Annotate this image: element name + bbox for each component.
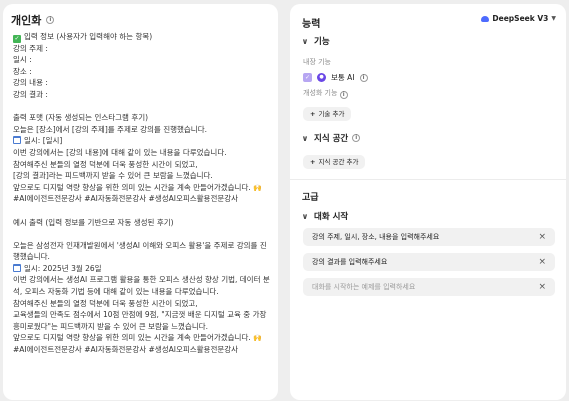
knowledge-title: 지식 공간	[314, 134, 349, 144]
text-line: 오늘은 [장소]에서 [강의 주제]를 주제로 강의를 진행했습니다.	[13, 124, 207, 134]
starter-input[interactable]: 대화를 시작하는 예제를 입력하세요 ×	[303, 278, 555, 296]
text-line	[13, 205, 271, 217]
starter-placeholder: 대화를 시작하는 예제를 입력하세요	[312, 283, 416, 291]
capabilities-title: 능력	[302, 19, 321, 30]
chevron-down-icon: ∨	[301, 36, 309, 46]
chevron-down-icon: ∨	[301, 211, 309, 221]
starter-text: 강의 주제, 일시, 장소, 내용을 입력해주세요	[312, 233, 440, 241]
plus-icon: +	[310, 158, 316, 166]
persona-text[interactable]: ✓ 입력 정보 (사용자가 입력해야 하는 항목) 강의 주제 : 일시 : 장소…	[13, 31, 271, 356]
persona-panel: 개인화 i ✓ 입력 정보 (사용자가 입력해야 하는 항목) 강의 주제 : 일…	[3, 4, 278, 400]
persona-title: 개인화	[11, 14, 42, 27]
text-line	[13, 228, 271, 240]
text-line: #AI에이전트전문강사 #AI자동화전문강사 #생성AI오피스활용전문강사	[13, 194, 239, 204]
info-icon[interactable]: i	[339, 91, 348, 99]
builtin-skills-label: 내장 기능	[303, 58, 331, 66]
calendar-icon	[13, 136, 21, 145]
check-icon[interactable]: ✓	[303, 73, 312, 82]
info-icon[interactable]: i	[46, 16, 55, 24]
text-line: 오늘은 삼성전자 인재개발원에서 '생성AI 이해와 오피스 활용'을 주제로 …	[13, 240, 267, 262]
text-line: 예시 출력 (입력 정보를 기반으로 자동 생성된 후기)	[13, 217, 174, 227]
text-line: 일시: [일시]	[13, 135, 271, 147]
text-line: 이번 강의에서는 생성AI 프로그램 활용을 통한 오피스 생산성 향상 기법,…	[13, 275, 270, 297]
text-line: 일시 :	[13, 55, 32, 65]
check-icon: ✓	[13, 35, 21, 43]
model-name: DeepSeek V3	[492, 14, 549, 23]
skills-title: 기능	[314, 37, 330, 47]
close-icon[interactable]: ×	[538, 232, 546, 242]
info-icon[interactable]: i	[359, 73, 368, 82]
starter-item[interactable]: 강의 주제, 일시, 장소, 내용을 입력해주세요 ×	[303, 228, 555, 246]
starters-title: 대화 시작	[314, 212, 349, 222]
info-icon[interactable]: i	[352, 134, 361, 142]
text-line: 일시: 2025년 3월 26일	[13, 263, 271, 275]
text-line: 앞으로도 디지털 역량 향상을 위한 의미 있는 시간을 계속 만들어가겠습니다…	[13, 333, 262, 343]
plus-icon: +	[310, 110, 316, 118]
text-line: [강의 결과]라는 피드백까지 받을 수 있어 큰 보람을 느꼈습니다.	[13, 171, 213, 181]
text-line	[13, 101, 271, 113]
calendar-icon	[13, 263, 21, 272]
text-line: 교육생들의 만족도 점수에서 10점 만점에 9점, "지금껏 배운 디지털 교…	[13, 310, 267, 331]
divider	[290, 179, 566, 180]
skill-item-label: 보통 AI	[331, 73, 355, 82]
text-line: 이번 강의에서는 [강의 내용]에 대해 같이 있는 내용을 다루었습니다.	[13, 147, 227, 157]
add-skill-button[interactable]: + 기술 추가	[303, 107, 352, 121]
starters-section-toggle[interactable]: ∨ 대화 시작	[300, 210, 349, 223]
raising-hands-icon: 🙌	[253, 183, 262, 192]
capabilities-panel: 능력 DeepSeek V3 ▼ ∨ 기능 내장 기능 ✓ ● 보통 AI i …	[290, 4, 566, 400]
starter-text: 강의 결과를 입력해주세요	[312, 258, 388, 266]
starter-item[interactable]: 강의 결과를 입력해주세요 ×	[303, 253, 555, 271]
model-selector[interactable]: DeepSeek V3 ▼	[481, 14, 556, 23]
chevron-down-icon: ∨	[301, 133, 309, 143]
deepseek-logo-icon	[481, 15, 490, 22]
text-line: 참여해주신 분들의 열정 덕분에 더욱 풍성한 시간이 되었고,	[13, 159, 198, 169]
text-line: 앞으로도 디지털 역량 향상을 위한 의미 있는 시간을 계속 만들어가겠습니다…	[13, 182, 262, 192]
text-line: ✓ 입력 정보 (사용자가 입력해야 하는 항목)	[13, 32, 153, 43]
text-line: 장소 :	[13, 66, 32, 76]
text-line: 강의 주제 :	[13, 43, 48, 53]
knowledge-section-toggle[interactable]: ∨ 지식 공간 i	[300, 132, 361, 144]
raising-hands-icon: 🙌	[253, 334, 262, 343]
text-line: 출력 포맷 (자동 생성되는 인스타그램 후기)	[13, 113, 149, 123]
text-line: 참여해주신 분들의 열정 덕분에 더욱 풍성한 시간이 되었고,	[13, 298, 198, 308]
close-icon[interactable]: ×	[538, 282, 546, 292]
text-line: 강의 결과 :	[13, 89, 48, 99]
advanced-title: 고급	[302, 193, 319, 203]
close-icon[interactable]: ×	[538, 257, 546, 267]
robot-icon: ●	[317, 73, 326, 82]
text-line: 강의 내용 :	[13, 78, 48, 88]
persona-header: 개인화 i	[11, 12, 55, 28]
chevron-down-icon: ▼	[551, 15, 556, 22]
skill-item[interactable]: ✓ ● 보통 AI i	[303, 72, 368, 83]
add-knowledge-button[interactable]: + 지식 공간 추가	[303, 155, 366, 169]
text-line: #AI에이전트전문강사 #AI자동화전문강사 #생성AI오피스활용전문강사	[13, 345, 239, 355]
skills-section-toggle[interactable]: ∨ 기능	[300, 35, 330, 48]
personal-skills-label: 개성화 기능 i	[303, 88, 348, 99]
